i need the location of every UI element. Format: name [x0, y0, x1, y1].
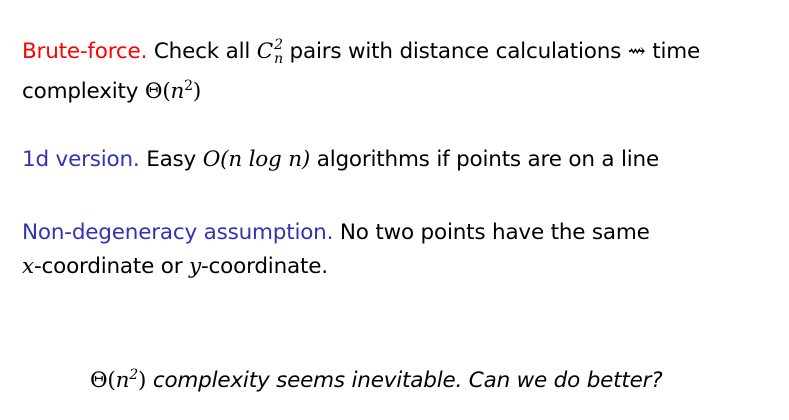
math-sub: n [274, 51, 283, 67]
math-theta: Θ( [90, 368, 116, 394]
math-scripts: 2n [274, 38, 283, 66]
squiggly-arrow-icon: ⇝ [627, 39, 646, 64]
math-x: x [22, 254, 34, 279]
math-close: ) [192, 79, 202, 105]
text: -coordinate. [201, 254, 328, 279]
text: Check all [153, 39, 251, 64]
math-onlogn: O(n log n) [202, 147, 311, 172]
text: pairs with distance calculations [289, 39, 622, 64]
brute-force-paragraph: Brute-force. Check all C2n pairs with di… [22, 35, 782, 109]
non-degeneracy-paragraph: Non-degeneracy assumption. No two points… [22, 216, 722, 284]
math-close: ) [138, 368, 147, 394]
question-paragraph: Θ(n2) complexity seems inevitable. Can w… [90, 358, 789, 398]
math-theta: Θ( [144, 79, 171, 105]
math-exp: 2 [129, 367, 138, 383]
one-d-heading: 1d version. [22, 147, 140, 172]
question-text: complexity seems inevitable. Can we do b… [152, 368, 663, 394]
math-exp: 2 [184, 78, 193, 94]
math-y: y [189, 254, 201, 279]
brute-force-heading: Brute-force. [22, 39, 148, 64]
math-n: n [115, 368, 130, 394]
math-n: n [170, 79, 185, 105]
text: No two points have the same [339, 220, 650, 245]
non-degeneracy-heading: Non-degeneracy assumption. [22, 220, 334, 245]
math-C: C [256, 39, 274, 64]
math-sup: 2 [274, 37, 283, 53]
one-d-paragraph: 1d version. Easy O(n log n) algorithms i… [22, 143, 782, 177]
text: -coordinate or [33, 254, 183, 279]
text: algorithms if points are on a line [316, 147, 659, 172]
text: Easy [146, 147, 197, 172]
